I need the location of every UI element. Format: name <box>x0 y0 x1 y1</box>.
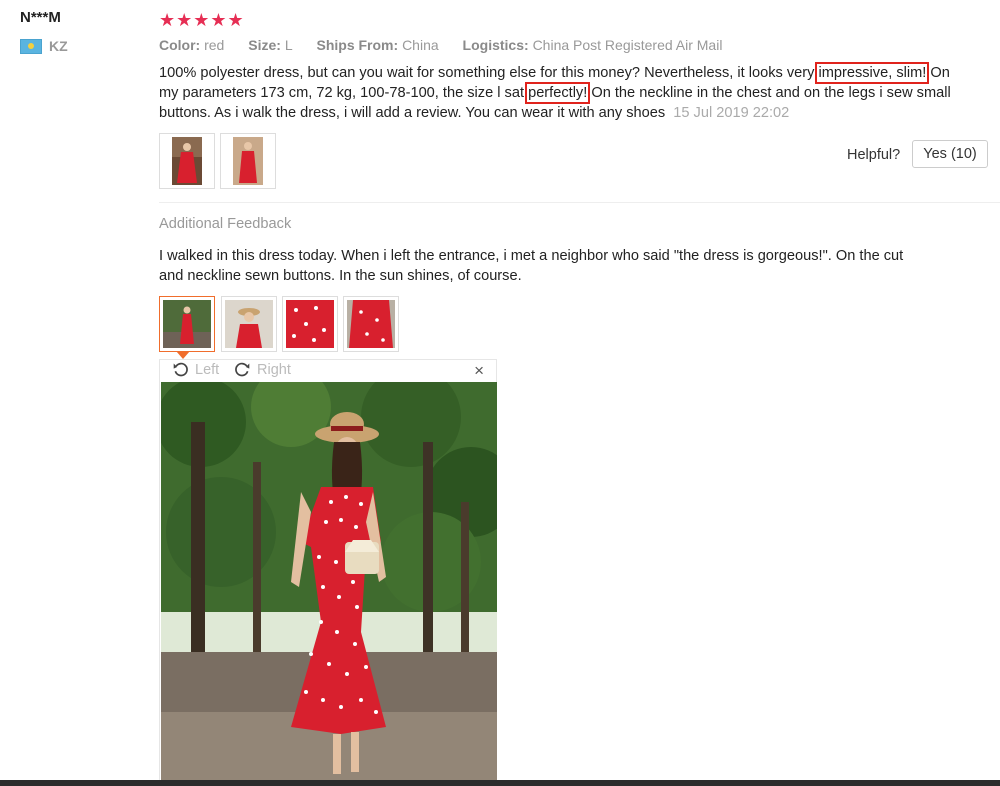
dress-photo <box>225 300 273 348</box>
highlight-box-perfectly: perfectly! <box>525 82 591 104</box>
dress-photo <box>347 300 395 348</box>
helpful-label: Helpful? <box>847 147 901 163</box>
rating-stars: ★★★★★ <box>159 10 245 30</box>
dress-photo <box>172 137 202 185</box>
additional-photo-thumb-4[interactable] <box>343 296 399 352</box>
additional-photo-thumb-2[interactable] <box>221 296 277 352</box>
order-attributes: Color: red Size: L Ships From: China Log… <box>159 37 742 53</box>
os-taskbar-edge <box>0 780 1000 786</box>
close-viewer-button[interactable]: × <box>474 361 484 381</box>
dress-photo <box>286 300 334 348</box>
additional-feedback-title: Additional Feedback <box>159 216 292 232</box>
viewer-toolbar: Left Right × <box>160 360 496 382</box>
dress-photo <box>233 137 263 185</box>
rotate-left-icon <box>173 362 188 377</box>
attr-color: Color: red <box>159 37 225 53</box>
rotate-right-button[interactable]: Right <box>234 361 291 378</box>
attr-ships-from: Ships From: China <box>316 37 439 53</box>
kazakhstan-flag-icon <box>20 38 42 54</box>
selected-thumb-pointer <box>176 351 190 359</box>
attr-size: Size: L <box>248 37 293 53</box>
additional-feedback-text: I walked in this dress today. When i lef… <box>159 248 904 284</box>
divider <box>159 202 1000 203</box>
helpful-yes-button[interactable]: Yes (10) <box>912 140 988 168</box>
dress-photo <box>163 300 211 348</box>
rotate-right-icon <box>235 362 250 377</box>
review-date: 15 Jul 2019 22:02 <box>673 105 790 121</box>
reviewer-name: N***M <box>20 9 61 26</box>
review-large-photo <box>161 382 497 786</box>
review-photo-thumb-2[interactable] <box>220 133 276 189</box>
reviewer-country: KZ <box>20 38 68 54</box>
review-photo-thumb-1[interactable] <box>159 133 215 189</box>
rotate-left-button[interactable]: Left <box>172 361 219 378</box>
attr-logistics: Logistics: China Post Registered Air Mai… <box>462 37 723 53</box>
country-code: KZ <box>49 38 68 54</box>
additional-photo-thumb-1[interactable] <box>159 296 215 352</box>
image-viewer: Left Right × <box>159 359 497 786</box>
highlight-box-impressive: impressive, slim! <box>815 62 930 84</box>
additional-photo-thumb-3[interactable] <box>282 296 338 352</box>
review-text: 100% polyester dress, but can you wait f… <box>159 62 951 121</box>
